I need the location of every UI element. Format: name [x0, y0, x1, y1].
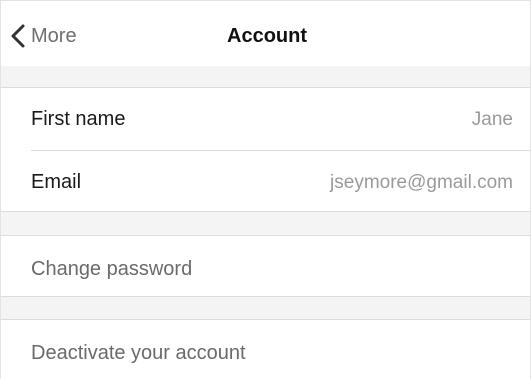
first-name-label: First name — [31, 108, 126, 130]
email-label: Email — [31, 171, 82, 193]
section-separator — [0, 66, 531, 87]
first-name-value[interactable]: Jane — [472, 109, 513, 131]
email-row[interactable]: Email jseymore@gmail.com — [0, 151, 531, 211]
screen-edge — [0, 0, 1, 379]
section-separator — [0, 212, 531, 235]
first-name-row[interactable]: First name Jane — [0, 88, 531, 150]
deactivate-account-label[interactable]: Deactivate your account — [31, 342, 246, 365]
navigation-bar: More Account — [0, 0, 531, 66]
account-screen: More Account First name Jane Email jseym… — [0, 0, 531, 379]
back-button[interactable]: More — [9, 20, 77, 52]
back-button-label: More — [31, 25, 77, 47]
page-title: Account — [227, 25, 307, 47]
deactivate-account-row[interactable]: Deactivate your account — [0, 320, 531, 379]
change-password-label[interactable]: Change password — [31, 258, 192, 281]
change-password-row[interactable]: Change password — [0, 236, 531, 296]
chevron-left-icon — [11, 24, 25, 48]
section-separator — [0, 297, 531, 319]
email-value[interactable]: jseymore@gmail.com — [330, 172, 513, 194]
